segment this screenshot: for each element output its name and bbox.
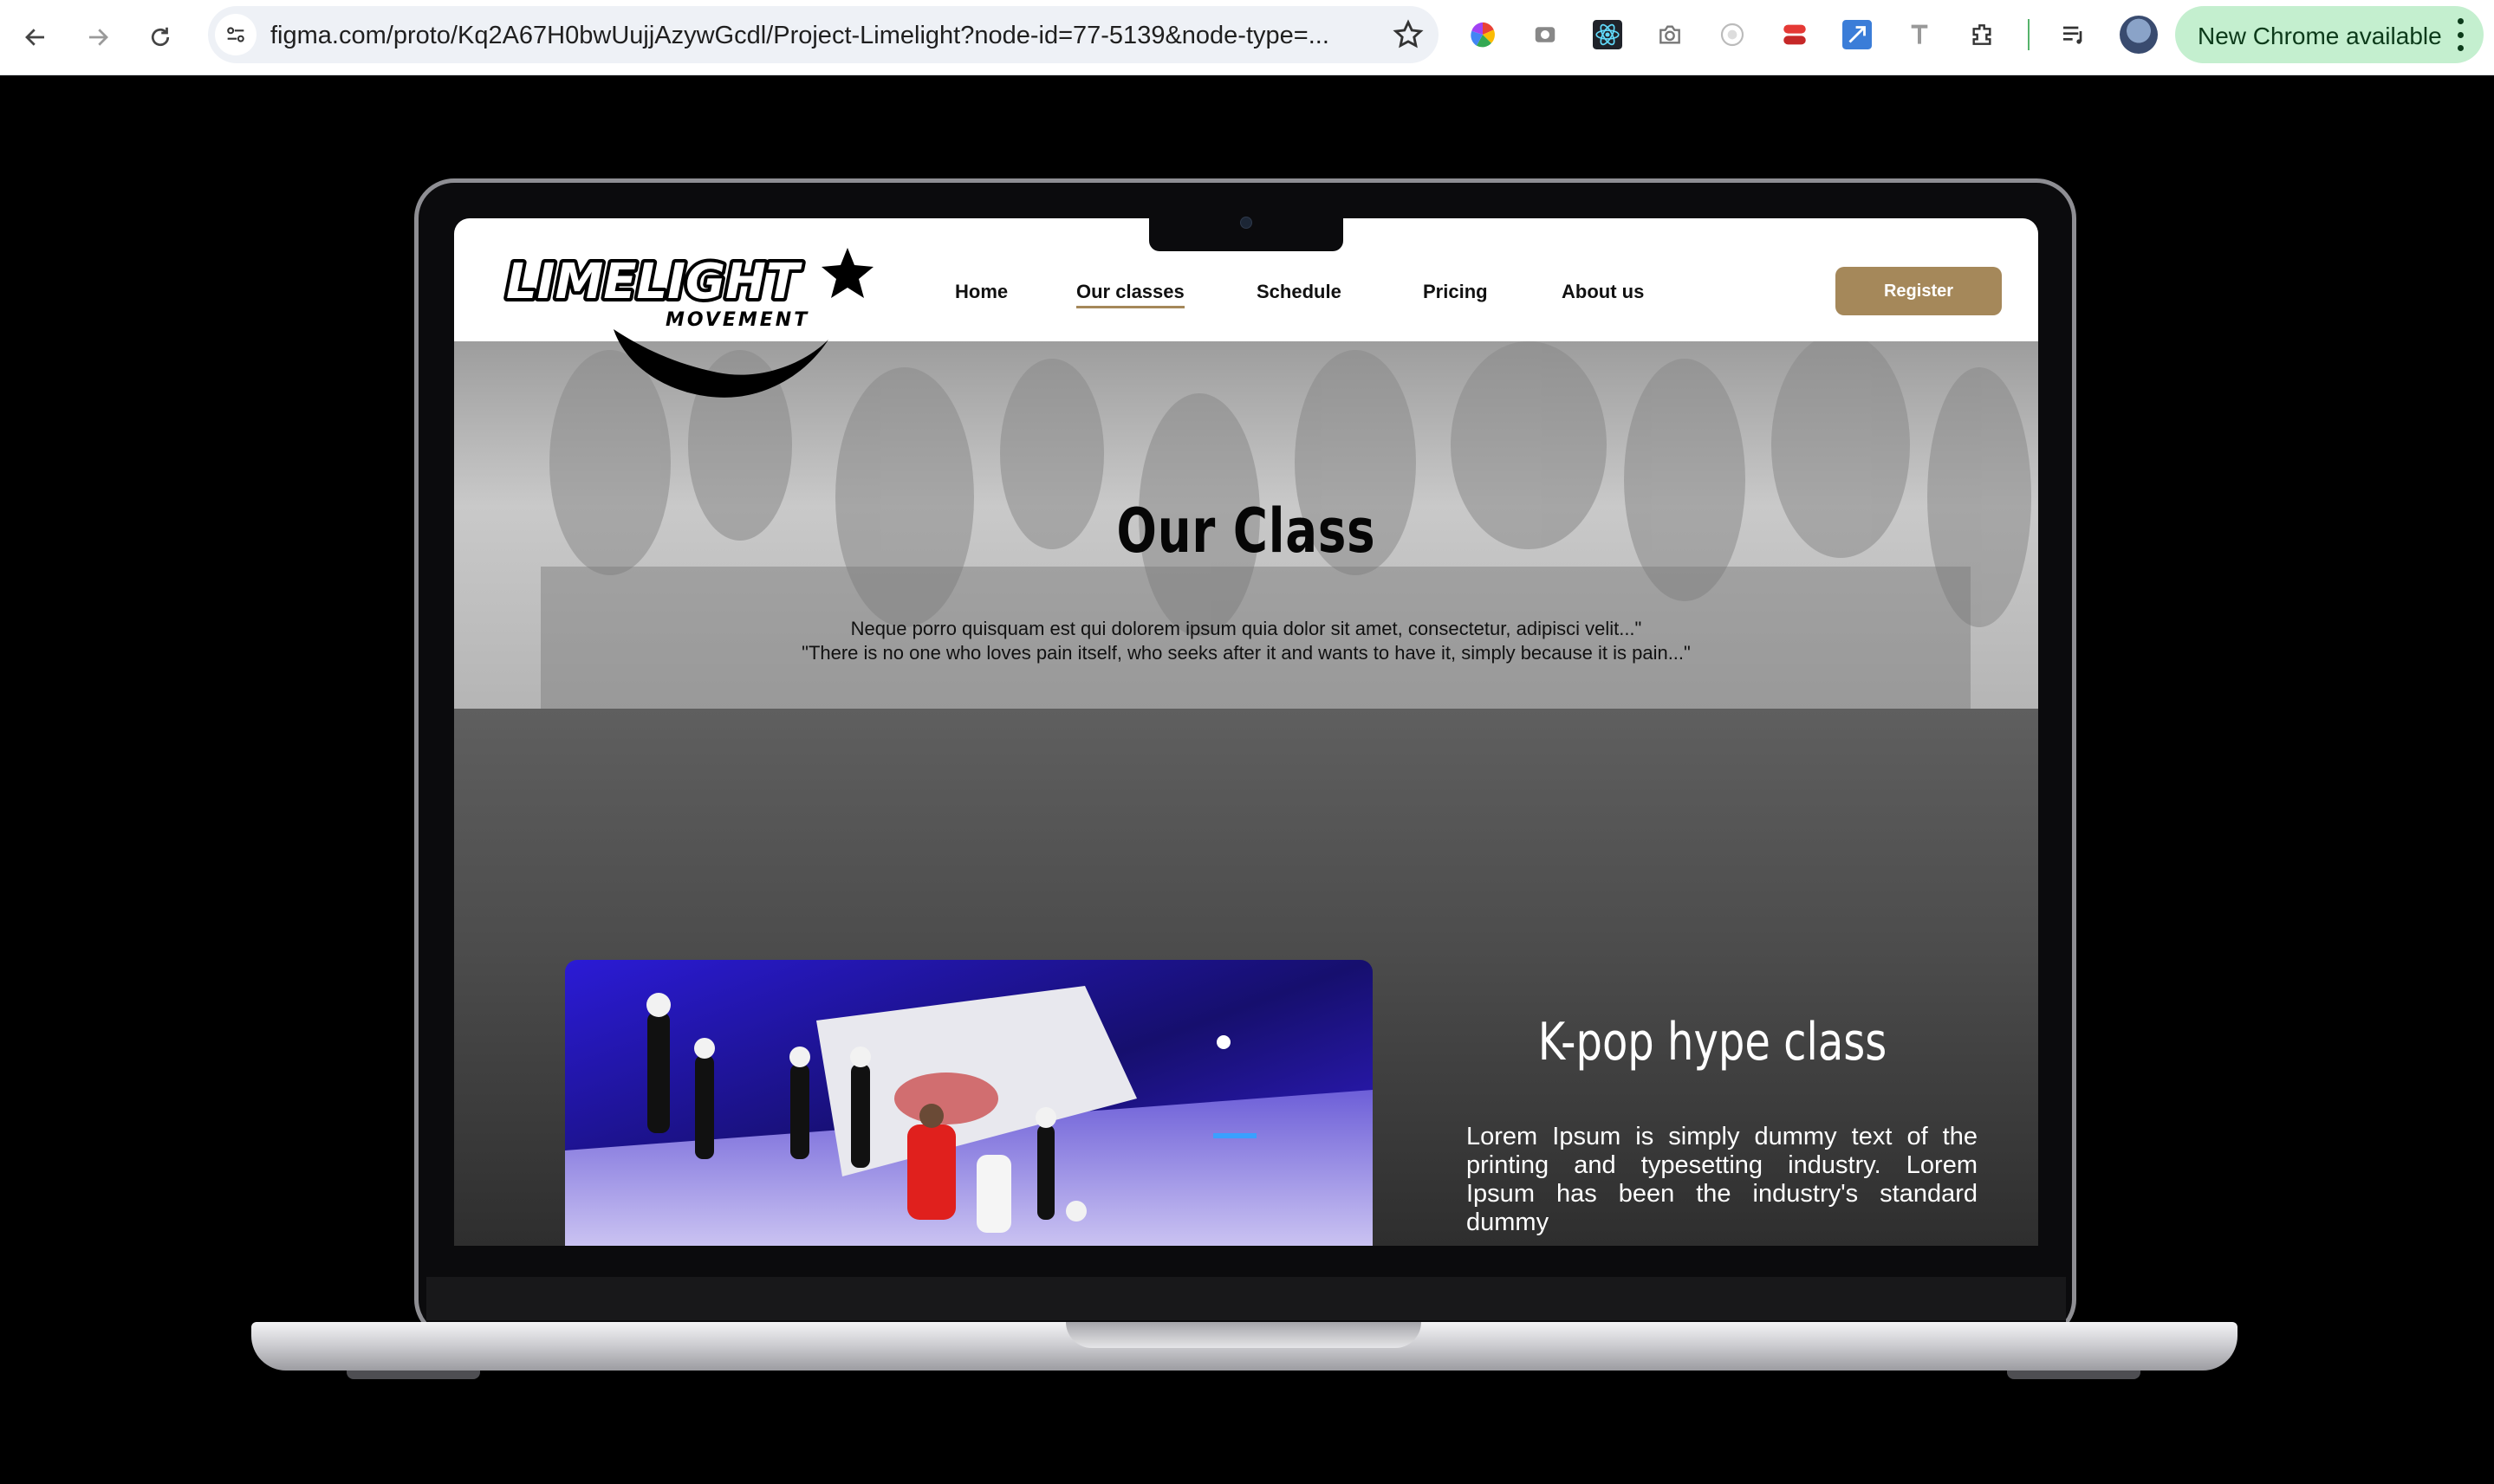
reload-button[interactable] xyxy=(137,14,184,61)
laptop-hinge-notch xyxy=(1066,1322,1421,1348)
media-queue-icon[interactable] xyxy=(2057,18,2090,51)
site-settings-icon[interactable] xyxy=(215,14,257,55)
kpop-class-photo xyxy=(565,960,1373,1246)
profile-avatar[interactable] xyxy=(2120,16,2158,54)
new-chrome-available-button[interactable]: New Chrome available xyxy=(2175,6,2484,63)
limelight-movement-logo[interactable]: LIMELIGHT LIMELIGHT MOVEMENT xyxy=(501,243,882,412)
red-extension-icon[interactable] xyxy=(1778,18,1811,51)
react-devtools-extension-icon[interactable] xyxy=(1591,18,1624,51)
resize-extension-icon[interactable] xyxy=(1841,18,1874,51)
update-label: New Chrome available xyxy=(2198,23,2442,49)
address-bar[interactable]: figma.com/proto/Kq2A67H0bwUujjAzywGcdl/P… xyxy=(208,6,1439,63)
browser-toolbar: figma.com/proto/Kq2A67H0bwUujjAzywGcdl/P… xyxy=(0,0,2494,75)
forward-button[interactable] xyxy=(75,14,121,61)
more-menu-icon[interactable] xyxy=(2456,18,2465,51)
nav-pricing[interactable]: Pricing xyxy=(1423,281,1488,303)
hero-subtitle: Neque porro quisquam est qui dolorem ips… xyxy=(454,617,2038,665)
nav-schedule[interactable]: Schedule xyxy=(1257,281,1341,303)
dropper-extension-icon[interactable] xyxy=(1716,18,1749,51)
dance-class-image xyxy=(565,960,1373,1246)
class-title: K-pop hype class xyxy=(1537,1012,1887,1072)
bookmark-star-icon[interactable] xyxy=(1392,18,1425,51)
logo-wordmark-fill: LIMELIGHT xyxy=(506,254,802,310)
font-extension-icon[interactable] xyxy=(1903,18,1936,51)
page-title: Our Class xyxy=(1116,496,1376,567)
reload-icon xyxy=(151,27,170,47)
webcam-icon xyxy=(1240,217,1252,229)
color-picker-extension-icon[interactable] xyxy=(1466,18,1499,51)
nav-our-classes[interactable]: Our classes xyxy=(1076,281,1185,308)
register-button[interactable]: Register xyxy=(1835,267,2002,315)
extensions-puzzle-icon[interactable] xyxy=(1965,18,1998,51)
camera-extension-icon[interactable] xyxy=(1653,18,1686,51)
toolbar-separator xyxy=(2028,19,2030,50)
laptop-foot-left xyxy=(347,1371,480,1379)
nav-home[interactable]: Home xyxy=(955,281,1008,303)
class-description: Lorem Ipsum is simply dummy text of the … xyxy=(1466,1123,1978,1236)
laptop-bezel-stripe xyxy=(426,1277,2066,1320)
back-button[interactable] xyxy=(12,14,59,61)
nav-about-us[interactable]: About us xyxy=(1562,281,1644,303)
hero-subtitle-line-2: "There is no one who loves pain itself, … xyxy=(802,642,1691,664)
screen-capture-extension-icon[interactable] xyxy=(1529,18,1562,51)
laptop-foot-right xyxy=(2007,1371,2140,1379)
forward-arrow-icon xyxy=(89,29,108,46)
hero-subtitle-line-1: Neque porro quisquam est qui dolorem ips… xyxy=(850,618,1642,639)
url-text[interactable]: figma.com/proto/Kq2A67H0bwUujjAzywGcdl/P… xyxy=(270,22,1329,50)
back-arrow-icon xyxy=(25,29,44,46)
logo-tagline: MOVEMENT xyxy=(666,309,809,331)
